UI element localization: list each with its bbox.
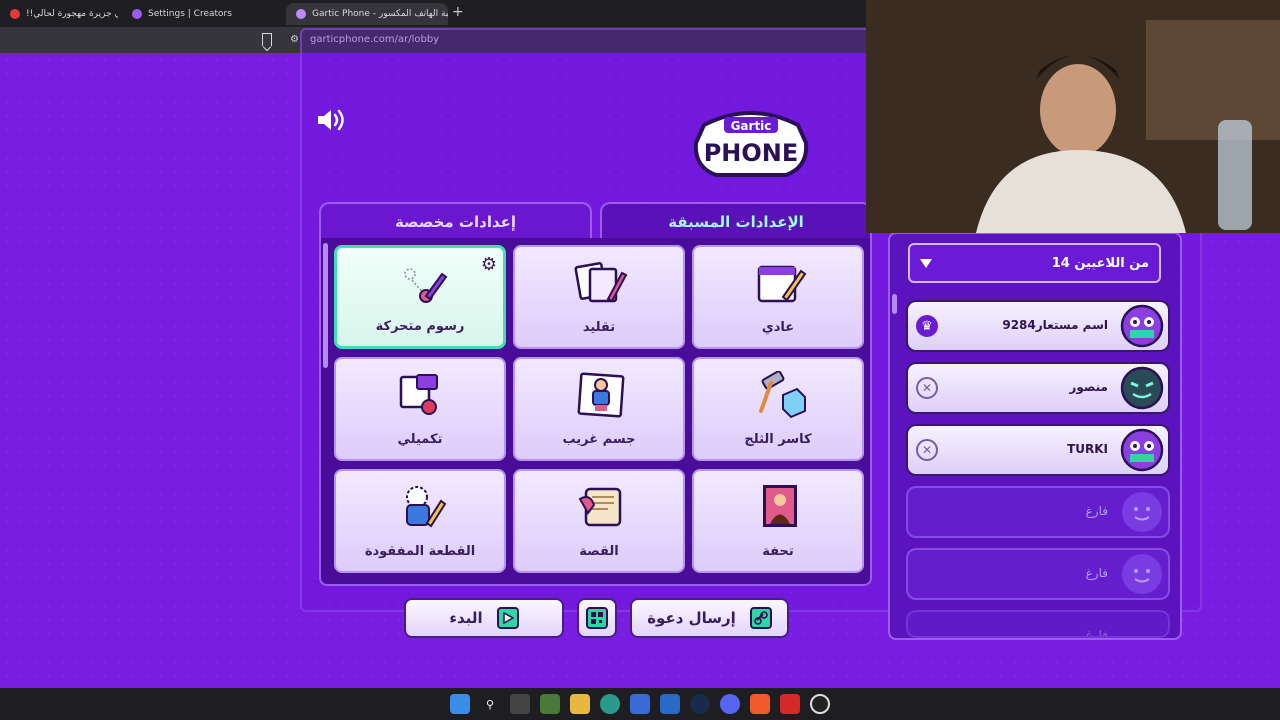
taskview-icon[interactable] (510, 694, 530, 714)
mode-label: تحفة (762, 544, 794, 559)
youtube-favicon-icon (10, 9, 20, 19)
gartic-phone-logo: Gartic PHONE (693, 111, 809, 177)
player-avatar (1120, 304, 1164, 348)
mode-card-missing-piece[interactable]: القطعة المفقودة (334, 469, 506, 573)
ice-hammer-icon (759, 371, 806, 419)
mode-label: كاسر الثلج (744, 432, 812, 447)
mode-label: عادي (761, 320, 795, 335)
players-count: 14 من اللاعبين (1051, 255, 1149, 271)
puzzle-icon (399, 374, 438, 415)
gartic-favicon-icon (296, 9, 306, 19)
bookmark-icon[interactable] (262, 33, 272, 46)
tab-title: عشت في جزيرة مهجورة لحالي!! (26, 9, 118, 19)
mode-card-normal[interactable]: عادي (692, 245, 864, 349)
player-name: اسم مستعار9284 (1002, 318, 1108, 332)
empty-avatar (1122, 492, 1162, 532)
browser-tab[interactable]: Settings | Creators (122, 3, 282, 25)
empty-avatar (1122, 554, 1162, 594)
site-settings-icon[interactable]: ⚙ (290, 34, 299, 45)
webcam-person-image (866, 0, 1280, 233)
mode-label: جسم غريب (562, 432, 636, 447)
tab-preset-settings[interactable]: الإعدادات المسبقة (600, 202, 872, 240)
invite-label: إرسال دعوة (647, 609, 736, 627)
mode-card-icebreaker[interactable]: كاسر الثلج (692, 357, 864, 461)
tab-title: Settings | Creators (148, 9, 232, 19)
tab-title: Gartic Phone - لعبة الهاتف المكسور (312, 9, 448, 19)
steam-icon[interactable] (690, 694, 710, 714)
calendar-pencil-icon (757, 265, 807, 303)
edge-icon[interactable] (600, 694, 620, 714)
invite-button[interactable]: إرسال دعوة (630, 598, 789, 638)
mode-label: القطعة المفقودة (364, 544, 476, 559)
crown-icon: ♛ (916, 315, 938, 337)
windows-taskbar: ⚲ (0, 688, 1280, 720)
player-row: ✕ منصور (906, 362, 1170, 414)
widgets-icon[interactable] (540, 694, 560, 714)
kick-player-icon[interactable]: ✕ (916, 439, 938, 461)
browser-tab[interactable]: عشت في جزيرة مهجورة لحالي!! (0, 3, 118, 25)
animation-icon (404, 268, 448, 303)
mode-card-complement[interactable]: تكميلي (334, 357, 506, 461)
start-button[interactable]: البدء (404, 598, 564, 638)
qr-code-icon (586, 607, 608, 629)
tab-custom-label: إعدادات مخصصة (394, 213, 517, 231)
app-icon[interactable] (780, 694, 800, 714)
missing-piece-icon (406, 486, 447, 528)
mode-label: القصة (579, 544, 619, 559)
creators-favicon-icon (132, 9, 142, 19)
players-count-dropdown[interactable]: 14 من اللاعبين (908, 243, 1161, 283)
cards-icon (574, 262, 628, 303)
windows-icon[interactable] (450, 694, 470, 714)
tab-preset-label: الإعدادات المسبقة (668, 213, 804, 231)
mode-label: تقليد (582, 320, 616, 335)
player-avatar (1120, 428, 1164, 472)
logo-top-text: Gartic (731, 119, 772, 133)
player-name: فارغ (1085, 566, 1108, 580)
mode-card-masterpiece[interactable]: تحفة (692, 469, 864, 573)
mode-card-animation[interactable]: ⚙ رسوم متحركة (334, 245, 506, 349)
store-icon[interactable] (630, 694, 650, 714)
mode-card-story[interactable]: القصة (513, 469, 685, 573)
player-avatar (1120, 366, 1164, 410)
player-name: فارغ (1085, 628, 1108, 638)
players-scrollbar[interactable] (892, 294, 897, 314)
player-row-empty: فارغ (906, 610, 1170, 638)
brave-icon[interactable] (750, 694, 770, 714)
explorer-icon[interactable] (570, 694, 590, 714)
qr-code-button[interactable] (577, 598, 617, 638)
player-row-empty: فارغ (906, 486, 1170, 538)
masterpiece-icon (763, 485, 797, 527)
player-row: ✕ TURKI (906, 424, 1170, 476)
webcam-overlay (866, 0, 1280, 233)
link-icon (749, 607, 772, 629)
new-tab-button[interactable]: + (452, 4, 464, 20)
player-name: فارغ (1085, 504, 1108, 518)
strange-body-icon (577, 372, 625, 418)
logo-bottom-text: PHONE (704, 139, 799, 167)
mode-settings-gear-icon[interactable]: ⚙ (481, 254, 497, 275)
start-label: البدء (449, 609, 483, 627)
sound-icon[interactable] (316, 107, 346, 133)
discord-icon[interactable] (720, 694, 740, 714)
mode-card-imitation[interactable]: تقليد (513, 245, 685, 349)
mode-label: رسوم متحركة (375, 319, 465, 334)
mode-grid-scrollbar[interactable] (323, 243, 328, 368)
mail-icon[interactable] (660, 694, 680, 714)
player-name: منصور (1069, 380, 1108, 394)
kick-player-icon[interactable]: ✕ (916, 377, 938, 399)
obs-icon[interactable] (810, 694, 830, 714)
player-name: TURKI (1067, 442, 1108, 456)
play-icon (496, 607, 519, 629)
scroll-icon (578, 487, 622, 527)
player-row-empty: فارغ (906, 548, 1170, 600)
search-icon[interactable]: ⚲ (480, 694, 500, 714)
player-row: ♛ اسم مستعار9284 (906, 300, 1170, 352)
mode-card-strange-body[interactable]: جسم غريب (513, 357, 685, 461)
mode-label: تكميلي (397, 432, 443, 447)
chevron-down-icon (920, 258, 932, 268)
browser-tab-active[interactable]: Gartic Phone - لعبة الهاتف المكسور (286, 3, 448, 25)
tab-custom-settings[interactable]: إعدادات مخصصة (319, 202, 592, 240)
